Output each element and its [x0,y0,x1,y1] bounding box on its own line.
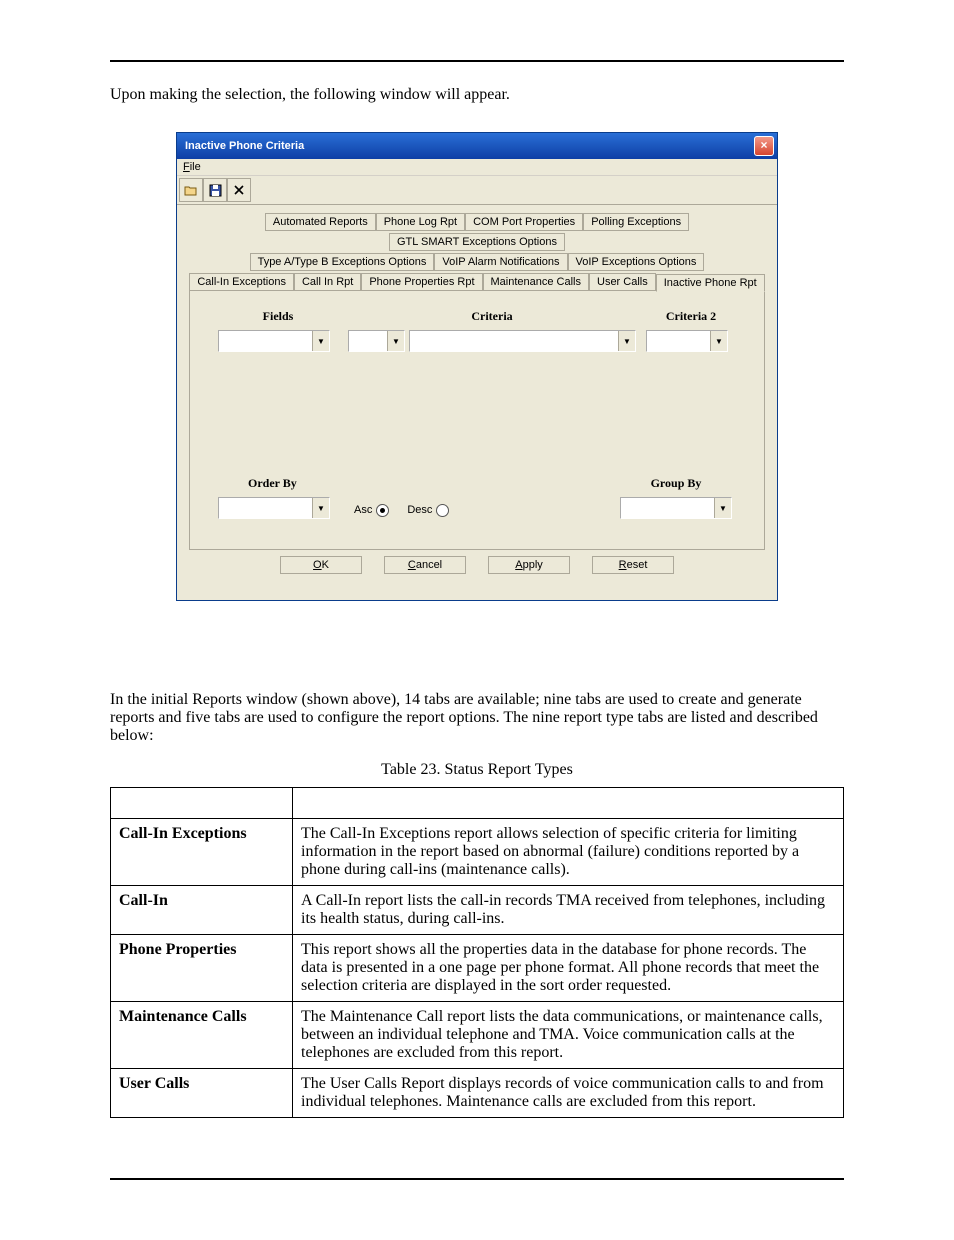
titlebar: Inactive Phone Criteria × [177,133,777,159]
delete-icon[interactable] [227,178,251,202]
button-bar: OK Cancel Apply Reset [189,550,765,586]
criteria2-combo[interactable]: ▼ [646,330,728,352]
row-label: Phone Properties [111,935,293,1002]
tab-gtl-smart-exceptions[interactable]: GTL SMART Exceptions Options [389,233,565,251]
open-icon[interactable] [179,178,203,202]
dialog-window: Inactive Phone Criteria × File Aut [176,132,778,601]
groupby-header: Group By [616,476,736,491]
intro-paragraph: Upon making the selection, the following… [110,86,844,104]
menubar: File [177,159,777,176]
ok-button[interactable]: OK [280,556,362,574]
desc-radio-wrap[interactable]: Desc [407,504,449,517]
row-label: User Calls [111,1069,293,1118]
criteria-op-combo[interactable]: ▼ [348,330,405,352]
window-title: Inactive Phone Criteria [185,140,304,152]
tab-automated-reports[interactable]: Automated Reports [265,213,376,231]
tabs-row-2: Type A/Type B Exceptions Options VoIP Al… [189,251,765,271]
criteria2-header: Criteria 2 [646,309,736,324]
row-desc: This report shows all the properties dat… [293,935,844,1002]
table-row: User Calls The User Calls Report display… [111,1069,844,1118]
row-desc: A Call-In report lists the call-in recor… [293,886,844,935]
tab-phone-properties-rpt[interactable]: Phone Properties Rpt [361,273,482,291]
tabs-area: Automated Reports Phone Log Rpt COM Port… [177,205,777,600]
tab-typea-typeb-exceptions[interactable]: Type A/Type B Exceptions Options [250,253,435,271]
asc-radio[interactable] [376,504,389,517]
table-row: Phone Properties This report shows all t… [111,935,844,1002]
tab-callin-exceptions[interactable]: Call-In Exceptions [189,273,294,291]
tabs-row-3: Call-In Exceptions Call In Rpt Phone Pro… [189,271,765,291]
chevron-down-icon: ▼ [618,331,635,351]
row-label: Maintenance Calls [111,1002,293,1069]
tabs-row-1: Automated Reports Phone Log Rpt COM Port… [189,211,765,251]
asc-label: Asc [354,504,372,516]
header-rule [110,60,844,62]
tab-panel: Fields ▼ Criteria ▼ ▼ Criteria 2 [189,290,765,550]
chevron-down-icon: ▼ [714,498,731,518]
close-button[interactable]: × [754,136,774,156]
tab-user-calls[interactable]: User Calls [589,273,656,291]
cancel-button[interactable]: Cancel [384,556,466,574]
tab-polling-exceptions[interactable]: Polling Exceptions [583,213,689,231]
chevron-down-icon: ▼ [312,331,329,351]
footer-rule [110,1178,844,1180]
chevron-down-icon: ▼ [312,498,329,518]
table-row: Call-In Exceptions The Call-In Exception… [111,819,844,886]
table-row [111,788,844,819]
table-caption: Table 23. Status Report Types [110,761,844,779]
fields-header: Fields [218,309,338,324]
row-desc: The Maintenance Call report lists the da… [293,1002,844,1069]
orderby-header: Order By [248,476,538,491]
tab-voip-alarm-notifications[interactable]: VoIP Alarm Notifications [434,253,567,271]
criteria-header: Criteria [348,309,636,324]
menu-file[interactable]: File [183,161,201,173]
fields-combo[interactable]: ▼ [218,330,330,352]
body-paragraph: In the initial Reports window (shown abo… [110,691,844,745]
apply-button[interactable]: Apply [488,556,570,574]
desc-label: Desc [407,504,432,516]
row-desc: The User Calls Report displays records o… [293,1069,844,1118]
tab-inactive-phone-rpt[interactable]: Inactive Phone Rpt [656,274,765,292]
toolbar [177,176,777,205]
tab-com-port-properties[interactable]: COM Port Properties [465,213,583,231]
report-types-table: Call-In Exceptions The Call-In Exception… [110,787,844,1118]
tab-call-in-rpt[interactable]: Call In Rpt [294,273,361,291]
row-label: Call-In [111,886,293,935]
chevron-down-icon: ▼ [710,331,727,351]
criteria-value-combo[interactable]: ▼ [409,330,636,352]
asc-radio-wrap[interactable]: Asc [354,504,389,517]
table-row: Call-In A Call-In report lists the call-… [111,886,844,935]
save-icon[interactable] [203,178,227,202]
groupby-combo[interactable]: ▼ [620,497,732,519]
reset-button[interactable]: Reset [592,556,674,574]
row-desc: The Call-In Exceptions report allows sel… [293,819,844,886]
row-label: Call-In Exceptions [111,819,293,886]
tab-maintenance-calls[interactable]: Maintenance Calls [483,273,590,291]
desc-radio[interactable] [436,504,449,517]
table-row: Maintenance Calls The Maintenance Call r… [111,1002,844,1069]
tab-voip-exceptions-options[interactable]: VoIP Exceptions Options [568,253,705,271]
tab-phone-log-rpt[interactable]: Phone Log Rpt [376,213,465,231]
orderby-combo[interactable]: ▼ [218,497,330,519]
chevron-down-icon: ▼ [387,331,404,351]
